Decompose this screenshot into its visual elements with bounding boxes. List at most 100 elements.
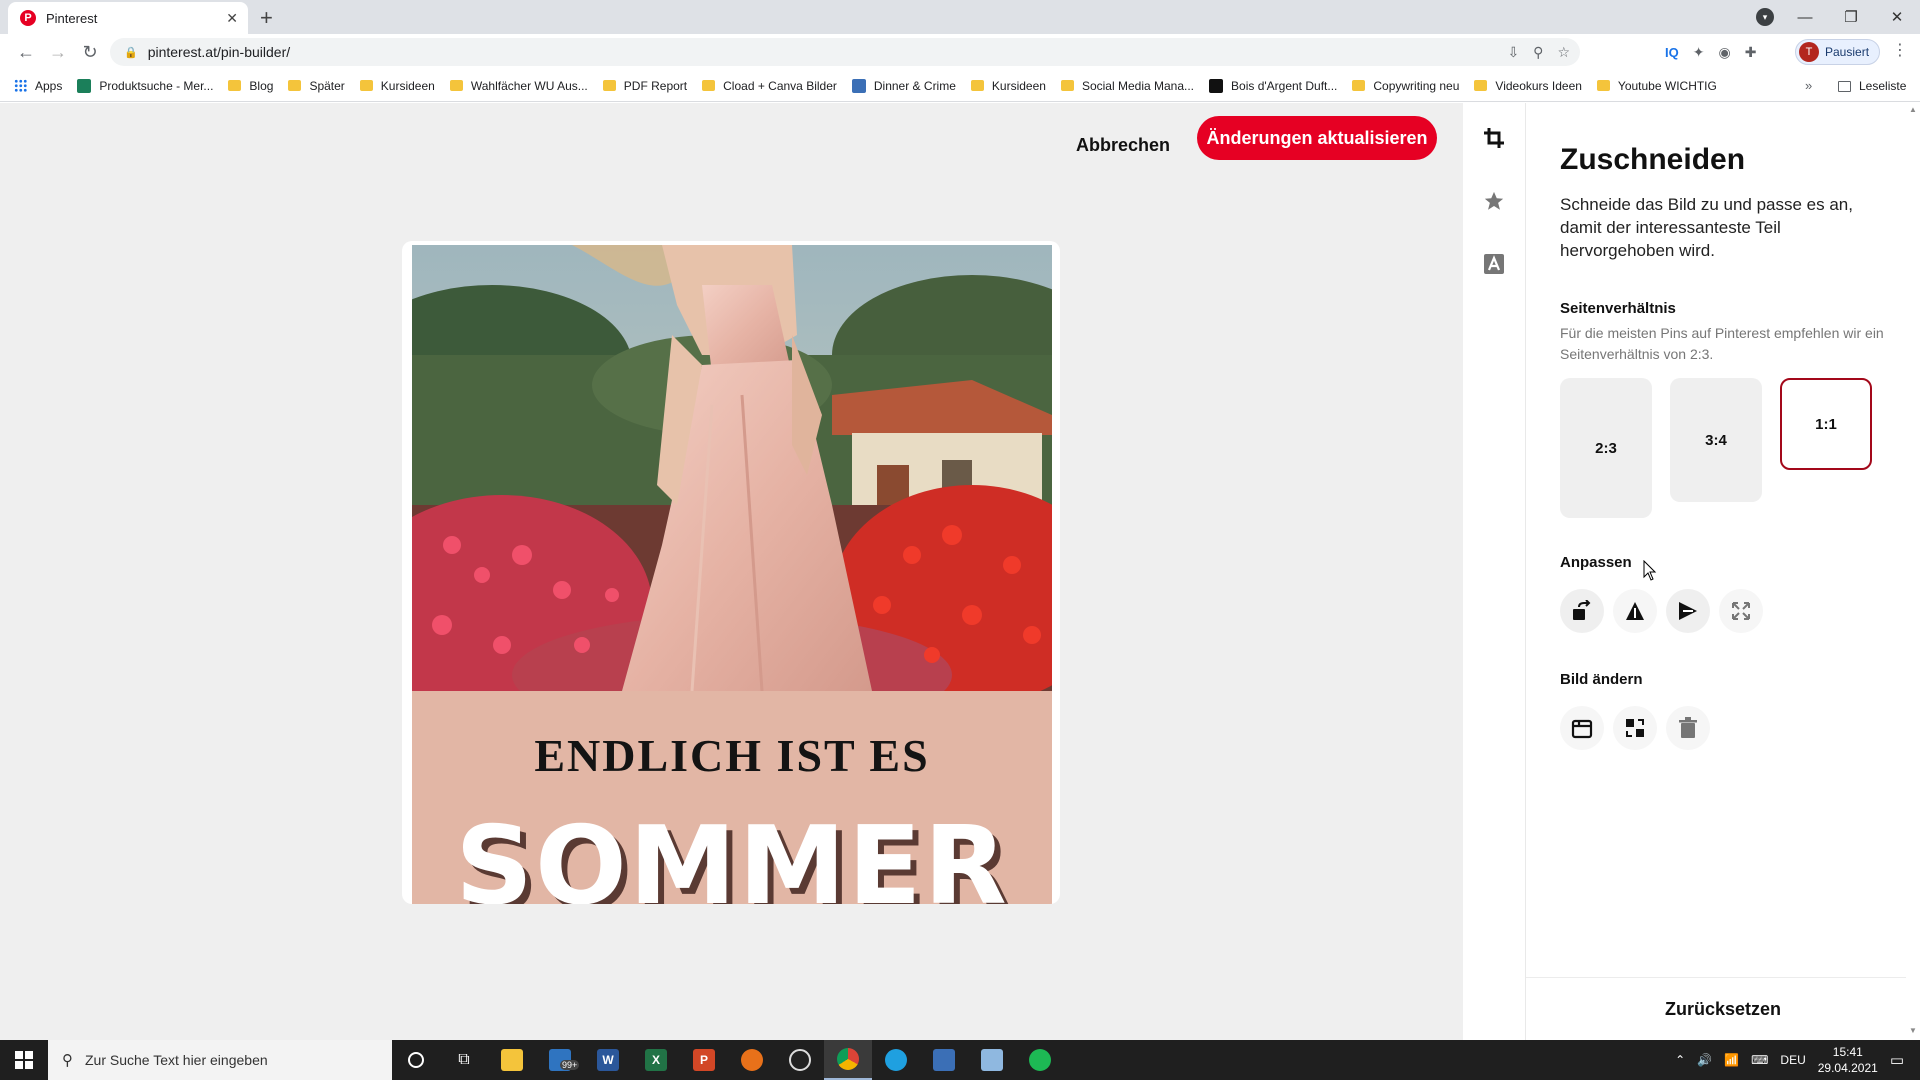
bookmark-item[interactable]: Dinner & Crime [851, 78, 956, 93]
close-window-icon[interactable]: ✕ [1874, 8, 1920, 26]
word-icon[interactable]: W [584, 1040, 632, 1080]
scroll-down-icon[interactable]: ▼ [1909, 1026, 1917, 1035]
folder-icon [970, 80, 984, 91]
editor-canvas: Abbrechen Änderungen aktualisieren ENDLI… [0, 103, 1463, 1040]
spotify-icon[interactable] [1016, 1040, 1064, 1080]
ratio-1-1-button[interactable]: 1:1 [1780, 378, 1872, 470]
address-bar[interactable]: 🔒 pinterest.at/pin-builder/ ⇩ ⚲ ☆ [110, 38, 1580, 66]
task-view-icon[interactable]: ⧉ [440, 1040, 488, 1080]
cancel-button[interactable]: Abbrechen [1064, 125, 1182, 165]
bookmark-item[interactable]: Videokurs Ideen [1474, 79, 1582, 93]
back-icon[interactable]: ← [10, 42, 42, 63]
reset-button[interactable]: Zurücksetzen [1526, 977, 1920, 1040]
windows-start-icon[interactable] [0, 1040, 48, 1080]
reading-list-icon [1838, 80, 1851, 92]
folder-icon [602, 80, 616, 91]
document-app-icon[interactable] [920, 1040, 968, 1080]
bookmark-item[interactable]: Produktsuche - Mer... [77, 78, 213, 93]
extensions-puzzle-icon[interactable]: ✚ [1745, 44, 1757, 61]
keyboard-icon[interactable]: ⌨ [1751, 1053, 1768, 1067]
app-icon[interactable] [728, 1040, 776, 1080]
zoom-icon[interactable]: ⚲ [1533, 44, 1543, 61]
bookmark-item[interactable]: Youtube WICHTIG [1596, 79, 1717, 93]
browser-tab[interactable]: P Pinterest ✕ [8, 2, 248, 34]
ratio-2-3-button[interactable]: 2:3 [1560, 378, 1652, 518]
edge-icon[interactable] [872, 1040, 920, 1080]
swap-image-icon[interactable] [1613, 706, 1657, 750]
ratio-3-4-button[interactable]: 3:4 [1670, 378, 1762, 502]
taskbar-search-input[interactable]: ⚲ Zur Suche Text hier eingeben [48, 1040, 392, 1080]
close-tab-icon[interactable]: ✕ [226, 10, 238, 27]
lock-icon[interactable]: 🔒 [124, 46, 138, 59]
reading-list-button[interactable]: Leseliste [1838, 70, 1906, 102]
cortana-icon[interactable] [392, 1040, 440, 1080]
avatar: T [1799, 42, 1819, 62]
update-changes-button[interactable]: Änderungen aktualisieren [1197, 116, 1437, 160]
adblock-extension-icon[interactable]: ◉ [1718, 44, 1730, 61]
bookmark-item[interactable]: Kursideen [359, 79, 435, 93]
tab-search-icon[interactable]: ▾ [1756, 8, 1774, 26]
flip-horizontal-icon[interactable] [1666, 589, 1710, 633]
scroll-up-icon[interactable]: ▲ [1909, 105, 1917, 114]
clock-time: 15:41 [1832, 1045, 1863, 1059]
bookmark-star-icon[interactable]: ☆ [1557, 44, 1570, 61]
bookmark-item[interactable]: PDF Report [602, 79, 687, 93]
volume-icon[interactable]: 🔊 [1697, 1053, 1712, 1067]
expand-icon[interactable] [1719, 589, 1763, 633]
browser-menu-icon[interactable]: ⋮ [1892, 40, 1908, 60]
site-favicon-icon [1209, 78, 1224, 93]
page-scrollbar[interactable]: ▲ ▼ [1906, 103, 1920, 1040]
notepad-icon[interactable] [968, 1040, 1016, 1080]
bookmark-item[interactable]: Copywriting neu [1352, 79, 1459, 93]
language-indicator[interactable]: DEU [1780, 1053, 1805, 1067]
pin-builder-page: Abbrechen Änderungen aktualisieren ENDLI… [0, 103, 1920, 1040]
bookmark-item[interactable]: Social Media Mana... [1060, 79, 1194, 93]
file-explorer-icon[interactable] [488, 1040, 536, 1080]
more-bookmarks-icon[interactable]: » [1805, 78, 1812, 93]
new-tab-icon[interactable]: + [260, 5, 273, 31]
folder-icon [228, 80, 242, 91]
profile-button[interactable]: T Pausiert [1795, 39, 1881, 65]
folder-icon [449, 80, 463, 91]
chrome-icon[interactable] [824, 1040, 872, 1080]
powerpoint-icon[interactable]: P [680, 1040, 728, 1080]
minimize-icon[interactable]: — [1782, 9, 1828, 26]
site-favicon-icon [77, 78, 92, 93]
bookmark-item[interactable]: Später [288, 79, 345, 93]
rotate-icon[interactable] [1560, 589, 1604, 633]
search-icon: ⚲ [62, 1052, 73, 1069]
trash-icon[interactable] [1666, 706, 1710, 750]
excel-icon[interactable]: X [632, 1040, 680, 1080]
pin-photo [412, 245, 1052, 691]
crop-icon[interactable] [1481, 125, 1507, 151]
iq-extension-icon[interactable]: IQ [1665, 45, 1679, 60]
text-icon[interactable] [1481, 251, 1507, 277]
adjust-heading: Anpassen [1560, 554, 1632, 571]
show-hidden-icons-icon[interactable]: ⌃ [1675, 1053, 1685, 1067]
bookmark-item[interactable]: Bois d'Argent Duft... [1209, 78, 1337, 93]
extension-badge-icon[interactable]: ✦ [1693, 44, 1705, 61]
bookmark-item[interactable]: Kursideen [970, 79, 1046, 93]
bookmark-label: Copywriting neu [1373, 78, 1460, 93]
bookmark-item[interactable]: Apps [14, 79, 62, 93]
mail-icon[interactable]: 99+ [536, 1040, 584, 1080]
clock[interactable]: 15:41 29.04.2021 [1818, 1044, 1878, 1076]
forward-icon[interactable]: → [42, 42, 74, 63]
bookmark-item[interactable]: Blog [228, 79, 273, 93]
search-placeholder: Zur Suche Text hier eingeben [85, 1052, 268, 1068]
replace-image-icon[interactable] [1560, 706, 1604, 750]
notifications-icon[interactable]: ▭ [1890, 1051, 1904, 1069]
obs-icon[interactable] [776, 1040, 824, 1080]
pin-preview[interactable]: ENDLICH IST ES SOMMER [402, 241, 1060, 904]
bookmark-label: Dinner & Crime [873, 78, 956, 93]
star-icon[interactable] [1481, 188, 1507, 214]
install-icon[interactable]: ⇩ [1507, 44, 1519, 61]
flip-vertical-icon[interactable] [1613, 589, 1657, 633]
bookmarks-bar: Apps Produktsuche - Mer... Blog Später Kursi… [0, 70, 1920, 102]
reload-icon[interactable]: ↻ [74, 42, 106, 63]
bookmark-item[interactable]: Wahlfächer WU Aus... [449, 79, 588, 93]
folder-icon [702, 80, 716, 91]
bookmark-item[interactable]: Cload + Canva Bilder [702, 79, 837, 93]
network-icon[interactable]: 📶 [1724, 1053, 1739, 1067]
restore-icon[interactable]: ❐ [1828, 8, 1874, 26]
